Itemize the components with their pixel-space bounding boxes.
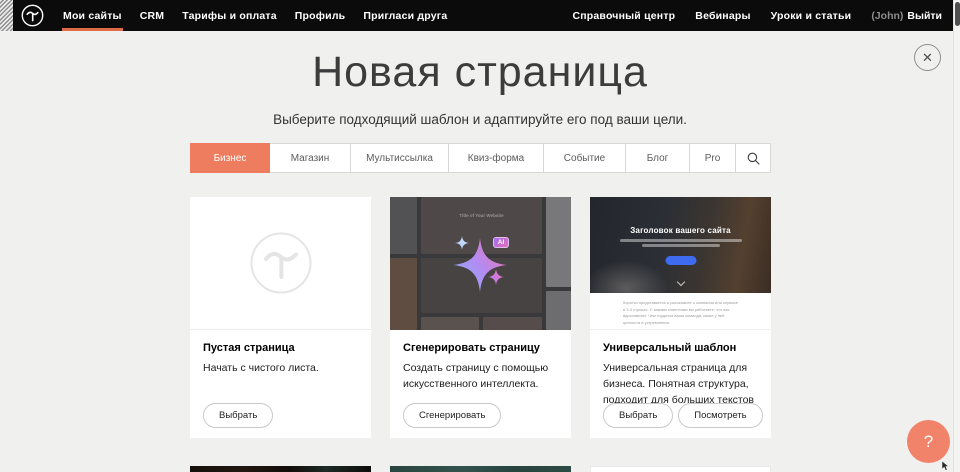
ai-badge: AI xyxy=(493,237,509,248)
card-body: Универсальный шаблон Универсальная стран… xyxy=(590,330,771,438)
template-card-blank[interactable]: Пустая страница Начать с чистого листа. … xyxy=(190,197,371,438)
collage-site-title: Title of Your Website xyxy=(421,213,542,218)
edge-pattern-decoration xyxy=(0,0,13,31)
template-card-ai[interactable]: Title of Your Website AI xyxy=(390,197,571,438)
logout-link[interactable]: Выйти xyxy=(907,10,942,22)
menu-help-center[interactable]: Справочный центр xyxy=(562,10,685,22)
card-body: Сгенерировать страницу Создать страницу … xyxy=(390,330,571,438)
card-title: Пустая страница xyxy=(203,342,358,354)
tilda-watermark-icon xyxy=(249,231,313,295)
tab-business[interactable]: Бизнес xyxy=(190,143,270,173)
menu-crm[interactable]: CRM xyxy=(131,0,174,31)
tab-blog[interactable]: Блог xyxy=(625,143,690,173)
help-button[interactable]: ? xyxy=(907,420,950,463)
choose-blank-button[interactable]: Выбрать xyxy=(203,403,273,428)
question-mark-icon: ? xyxy=(924,432,933,452)
view-universal-button[interactable]: Посмотреть xyxy=(678,403,762,428)
menu-tariffs[interactable]: Тарифы и оплата xyxy=(173,0,286,31)
header-left-menu: Мои сайты CRM Тарифы и оплата Профиль Пр… xyxy=(54,0,456,31)
next-row-card-3[interactable] xyxy=(590,466,771,472)
tab-quiz-form[interactable]: Квиз-форма xyxy=(448,143,544,173)
universal-template-preview: Заголовок вашего сайта Коротко представь… xyxy=(590,197,771,330)
menu-profile[interactable]: Профиль xyxy=(286,0,355,31)
tab-event[interactable]: Событие xyxy=(543,143,626,173)
card-description: Создать страницу с помощью искусственног… xyxy=(403,361,558,393)
template-card-universal[interactable]: Заголовок вашего сайта Коротко представь… xyxy=(590,197,771,438)
generate-button[interactable]: Сгенерировать xyxy=(403,403,501,428)
top-navbar: Мои сайты CRM Тарифы и оплата Профиль Пр… xyxy=(0,0,960,31)
card-description: Начать с чистого листа. xyxy=(203,361,358,377)
page-title: Новая страница xyxy=(0,48,960,97)
ai-preview: Title of Your Website AI xyxy=(390,197,571,330)
user-block: (John) Выйти xyxy=(861,10,944,22)
menu-my-sites[interactable]: Мои сайты xyxy=(54,0,131,31)
tab-multilink[interactable]: Мультиссылка xyxy=(350,143,449,173)
card-title: Сгенерировать страницу xyxy=(403,342,558,354)
tab-pro[interactable]: Pro xyxy=(689,143,736,173)
user-name: (John) xyxy=(871,10,903,22)
close-icon[interactable]: ✕ xyxy=(914,44,941,71)
template-hero-title: Заголовок вашего сайта xyxy=(590,226,771,235)
template-category-tabs: Бизнес Магазин Мультиссылка Квиз-форма С… xyxy=(190,143,771,173)
tab-search[interactable] xyxy=(735,143,771,173)
tilda-logo-icon[interactable] xyxy=(21,4,44,27)
mouse-cursor xyxy=(942,461,950,471)
scrollbar-thumb[interactable] xyxy=(955,2,960,26)
search-icon xyxy=(747,152,760,165)
card-body: Пустая страница Начать с чистого листа. … xyxy=(190,330,371,438)
screen: Мои сайты CRM Тарифы и оплата Профиль Пр… xyxy=(0,0,960,472)
card-title: Универсальный шаблон xyxy=(603,342,758,354)
page-scrollbar[interactable] xyxy=(953,0,960,472)
header-right-menu: Справочный центр Вебинары Уроки и статьи… xyxy=(562,0,944,31)
menu-lessons[interactable]: Уроки и статьи xyxy=(761,10,862,22)
blank-page-preview xyxy=(190,197,371,330)
chevron-down-icon xyxy=(676,278,684,286)
tab-shop[interactable]: Магазин xyxy=(269,143,351,173)
template-body-text: Коротко представьтесь и расскажите о ком… xyxy=(623,300,739,326)
choose-universal-button[interactable]: Выбрать xyxy=(603,403,673,428)
next-row-card-2[interactable] xyxy=(390,466,571,472)
template-hero: Заголовок вашего сайта xyxy=(590,197,771,293)
next-row-card-1[interactable] xyxy=(190,466,371,472)
template-hero-button xyxy=(665,256,696,265)
menu-webinars[interactable]: Вебинары xyxy=(685,10,760,22)
page-subtitle: Выберите подходящий шаблон и адаптируйте… xyxy=(0,112,960,127)
menu-invite-friend[interactable]: Пригласи друга xyxy=(354,0,456,31)
